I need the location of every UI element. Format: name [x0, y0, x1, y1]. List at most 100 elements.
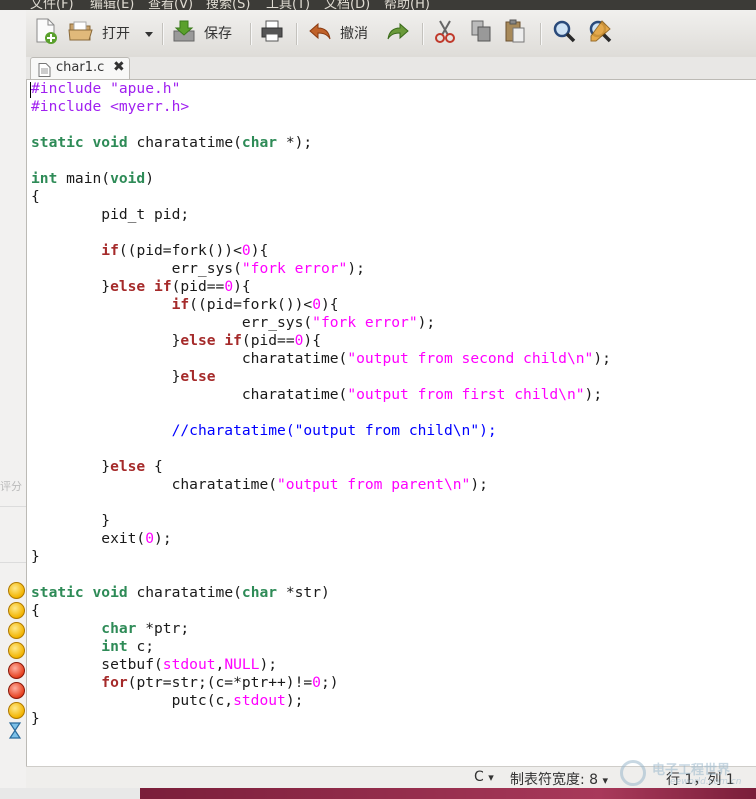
code-line: err_sys("fork error");	[31, 314, 436, 331]
new-document-icon	[34, 18, 58, 48]
code-line: }else	[31, 368, 216, 385]
tab-char1-c[interactable]: char1.c ✖	[30, 57, 130, 79]
code-line: {	[31, 602, 40, 619]
emoticon-icon[interactable]	[8, 602, 25, 619]
code-line: #include "apue.h"	[31, 80, 181, 97]
open-recent-dropdown[interactable]	[144, 20, 154, 46]
code-editor[interactable]: #include "apue.h" #include <myerr.h> stat…	[26, 80, 756, 766]
menu-file[interactable]: 文件(F)	[30, 0, 74, 10]
menu-search[interactable]: 搜索(S)	[206, 0, 250, 10]
code-line: {	[31, 188, 40, 205]
code-line: static void charatatime(char *);	[31, 134, 313, 151]
language-selector[interactable]: C ▾	[474, 769, 494, 785]
watermark-title: 电子工程世界	[652, 763, 731, 778]
code-line: putc(c,stdout);	[31, 692, 304, 709]
open-label: 打开	[102, 26, 130, 42]
code-line: charatatime("output from second child\n"…	[31, 350, 611, 367]
toolbar: 打开 保存 撤消	[26, 10, 756, 58]
undo-label: 撤消	[340, 26, 368, 42]
paste-button[interactable]	[504, 19, 526, 47]
text-document-icon	[38, 62, 51, 81]
divider	[0, 562, 26, 563]
find-replace-icon	[588, 19, 612, 47]
paste-clipboard-icon	[504, 19, 526, 47]
printer-icon	[260, 19, 284, 47]
save-button[interactable]: 保存	[172, 20, 232, 46]
copy-icon	[470, 19, 492, 47]
desktop-taskbar-strip	[0, 788, 756, 799]
code-line: exit(0);	[31, 530, 172, 547]
copy-button[interactable]	[470, 20, 492, 46]
code-line: pid_t pid;	[31, 206, 190, 223]
emoticon-icon[interactable]	[8, 622, 25, 639]
open-folder-icon	[68, 19, 94, 47]
code-line: for(ptr=str;(c=*ptr++)!=0;)	[101, 674, 339, 691]
code-line: }	[31, 512, 111, 529]
emoticon-icon[interactable]	[8, 582, 25, 599]
emoticon-icon[interactable]	[8, 682, 25, 699]
emoticon-icon[interactable]	[8, 702, 25, 719]
undo-arrow-icon	[308, 20, 332, 46]
code-line: #include <myerr.h>	[31, 98, 190, 115]
save-label: 保存	[204, 26, 232, 42]
code-line: //charatatime("output from child\n");	[171, 422, 497, 439]
redo-button[interactable]	[386, 20, 410, 46]
dropdown-arrow-icon	[144, 24, 154, 43]
redo-arrow-icon	[386, 20, 410, 46]
menu-help[interactable]: 帮助(H)	[384, 0, 430, 10]
save-icon	[172, 19, 196, 47]
code-line: }	[31, 710, 40, 727]
toolbar-separator	[540, 23, 542, 45]
new-button[interactable]	[34, 18, 58, 48]
document-tab-bar: char1.c ✖	[26, 57, 756, 80]
emoticon-icon[interactable]	[8, 642, 25, 659]
code-line: setbuf(stdout,NULL);	[31, 656, 278, 673]
code-line: }else {	[31, 458, 163, 475]
code-line: charatatime("output from parent\n");	[31, 476, 488, 493]
scissors-icon	[434, 19, 456, 47]
watermark-logo: 电子工程世界 eeworld.com.cn	[618, 758, 756, 792]
divider	[0, 506, 26, 507]
menu-bar: 文件(F) 编辑(E) 查看(V) 搜索(S) 工具(T) 文档(D) 帮助(H…	[0, 0, 756, 10]
tab-width-selector[interactable]: 制表符宽度: 8 ▾	[510, 769, 608, 789]
search-icon	[552, 19, 576, 47]
code-line: int main(void)	[31, 170, 155, 187]
background-text-fragment: 评分	[0, 480, 22, 493]
hourglass-icon[interactable]	[8, 722, 25, 739]
cut-button[interactable]	[434, 20, 456, 46]
tab-filename: char1.c	[56, 60, 105, 75]
toolbar-separator	[250, 23, 252, 45]
find-button[interactable]	[552, 20, 576, 46]
print-button[interactable]	[260, 20, 284, 46]
menu-documents[interactable]: 文档(D)	[324, 0, 370, 10]
code-line: }else if(pid==0){	[31, 332, 321, 349]
toolbar-separator	[162, 23, 164, 45]
code-line: static void charatatime(char *str)	[31, 584, 330, 601]
undo-button[interactable]: 撤消	[308, 20, 368, 46]
toolbar-separator	[296, 23, 298, 45]
text-cursor	[30, 82, 31, 98]
close-icon[interactable]: ✖	[113, 59, 125, 75]
watermark-circle-icon	[620, 760, 646, 786]
code-line: if((pid=fork())<0){	[101, 242, 269, 259]
find-replace-button[interactable]	[588, 20, 612, 46]
background-window-strip: 评分	[0, 10, 26, 799]
code-text[interactable]: #include "apue.h" #include <myerr.h> stat…	[31, 80, 611, 728]
code-line: if((pid=fork())<0){	[171, 296, 339, 313]
toolbar-separator	[422, 23, 424, 45]
menu-edit[interactable]: 编辑(E)	[90, 0, 134, 10]
menu-view[interactable]: 查看(V)	[148, 0, 193, 10]
open-button[interactable]: 打开	[68, 20, 130, 46]
code-line: int c;	[101, 638, 155, 655]
emoticon-icon[interactable]	[8, 662, 25, 679]
watermark-site: eeworld.com.cn	[670, 777, 742, 787]
code-line: }else if(pid==0){	[31, 278, 251, 295]
menu-tools[interactable]: 工具(T)	[266, 0, 310, 10]
